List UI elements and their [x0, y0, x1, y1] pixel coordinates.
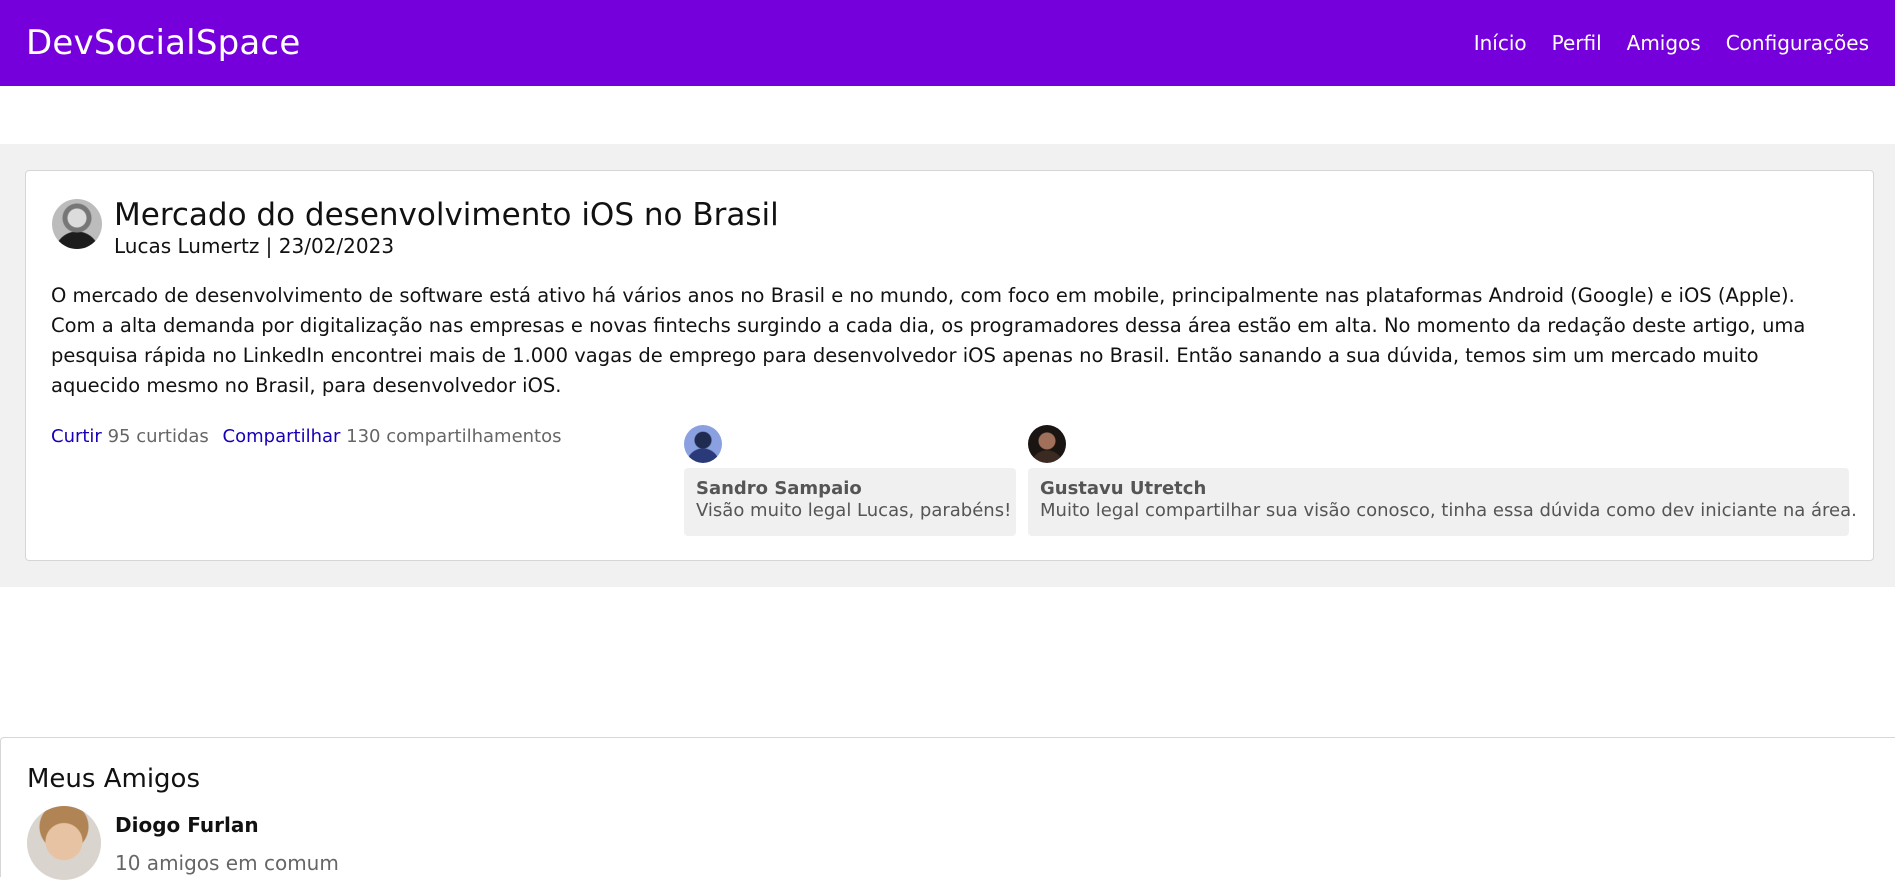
comment-bubble: Gustavu Utretch Muito legal compartilhar… [1028, 468, 1857, 536]
comment-author: Gustavu Utretch [1040, 478, 1207, 499]
comment-bubble: Sandro Sampaio Visão muito legal Lucas, … [684, 468, 1016, 536]
friends-section: Meus Amigos Diogo Furlan 10 amigos em co… [0, 737, 1895, 880]
like-count: 95 curtidas [107, 426, 209, 447]
nav-link-configuracoes[interactable]: Configurações [1726, 31, 1869, 55]
feed: Mercado do desenvolvimento iOS no Brasil… [0, 144, 1895, 587]
post-body: O mercado de desenvolvimento de software… [51, 284, 1806, 397]
author-avatar[interactable] [52, 199, 102, 249]
top-navbar: DevSocialSpace Início Perfil Amigos Conf… [0, 0, 1895, 86]
comment-author: Sandro Sampaio [696, 478, 862, 499]
comment: Gustavu Utretch Muito legal compartilhar… [1028, 425, 1857, 536]
nav-link-amigos[interactable]: Amigos [1627, 31, 1701, 55]
comment: Sandro Sampaio Visão muito legal Lucas, … [684, 425, 1016, 536]
share-button[interactable]: Compartilhar [223, 426, 341, 447]
post-card: Mercado do desenvolvimento iOS no Brasil… [25, 170, 1874, 561]
share-count: 130 compartilhamentos [346, 426, 562, 447]
post-title: Mercado do desenvolvimento iOS no Brasil [114, 197, 779, 233]
post-actions: Curtir 95 curtidas Compartilhar 130 comp… [51, 425, 570, 449]
commenter-avatar[interactable] [684, 425, 722, 463]
friend-mutual-count: 10 amigos em comum [115, 851, 339, 875]
friend-name[interactable]: Diogo Furlan [115, 812, 259, 838]
brand-logo[interactable]: DevSocialSpace [26, 23, 300, 63]
comment-text: Muito legal compartilhar sua visão conos… [1040, 500, 1857, 521]
friend-avatar[interactable] [27, 806, 101, 880]
comment-text: Visão muito legal Lucas, parabéns! [696, 500, 1012, 521]
nav-link-perfil[interactable]: Perfil [1552, 31, 1602, 55]
post-meta: Lucas Lumertz | 23/02/2023 [114, 234, 395, 258]
friends-heading: Meus Amigos [27, 764, 201, 794]
nav-link-inicio[interactable]: Início [1474, 31, 1527, 55]
like-button[interactable]: Curtir [51, 426, 102, 447]
commenter-avatar[interactable] [1028, 425, 1066, 463]
nav-links: Início Perfil Amigos Configurações [1474, 31, 1869, 55]
